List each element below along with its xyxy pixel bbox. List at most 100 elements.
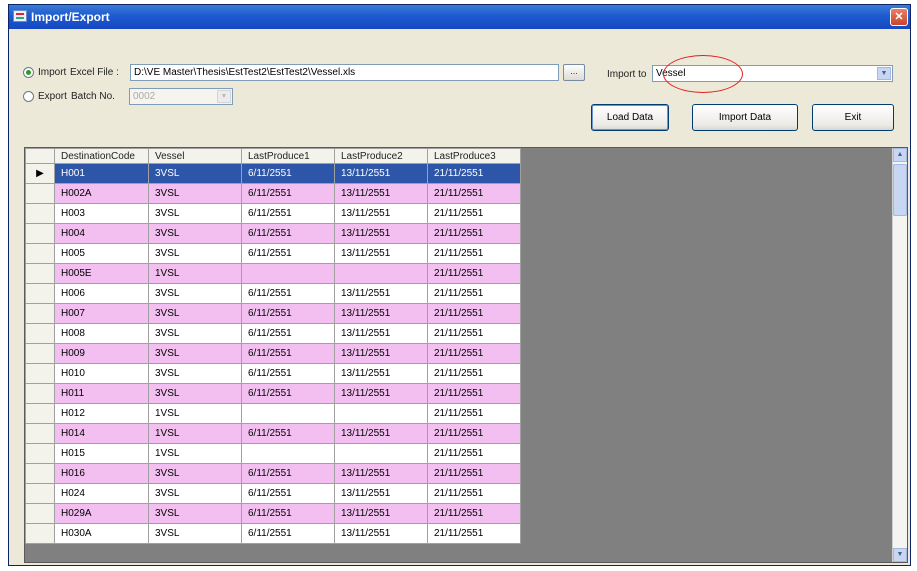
row-header-cell[interactable] <box>25 383 55 404</box>
table-row[interactable]: H012 1VSL 21/11/2551 <box>25 403 521 424</box>
table-cell[interactable] <box>334 443 428 464</box>
table-cell[interactable]: 1VSL <box>148 443 242 464</box>
table-row[interactable]: H024 3VSL 6/11/2551 13/11/2551 21/11/2551 <box>25 483 521 504</box>
table-cell[interactable] <box>334 403 428 424</box>
table-cell[interactable]: H005E <box>54 263 149 284</box>
table-cell[interactable]: H005 <box>54 243 149 264</box>
table-cell[interactable]: 13/11/2551 <box>334 523 428 544</box>
table-cell[interactable]: 21/11/2551 <box>427 303 521 324</box>
row-header-cell[interactable] <box>25 243 55 264</box>
table-cell[interactable]: 13/11/2551 <box>334 203 428 224</box>
table-cell[interactable]: 13/11/2551 <box>334 243 428 264</box>
table-cell[interactable]: 21/11/2551 <box>427 483 521 504</box>
table-cell[interactable]: 21/11/2551 <box>427 183 521 204</box>
table-cell[interactable]: 6/11/2551 <box>241 463 335 484</box>
table-cell[interactable]: 3VSL <box>148 183 242 204</box>
table-row[interactable]: H008 3VSL 6/11/2551 13/11/2551 21/11/2551 <box>25 323 521 344</box>
row-header-cell[interactable] <box>25 443 55 464</box>
table-cell[interactable]: 3VSL <box>148 383 242 404</box>
table-cell[interactable]: 6/11/2551 <box>241 383 335 404</box>
table-cell[interactable]: 6/11/2551 <box>241 323 335 344</box>
table-cell[interactable] <box>241 443 335 464</box>
table-cell[interactable]: 21/11/2551 <box>427 383 521 404</box>
table-cell[interactable]: 3VSL <box>148 363 242 384</box>
table-cell[interactable]: 6/11/2551 <box>241 503 335 524</box>
table-cell[interactable]: 3VSL <box>148 503 242 524</box>
table-cell[interactable]: 21/11/2551 <box>427 163 521 184</box>
table-cell[interactable]: 21/11/2551 <box>427 323 521 344</box>
import-data-button[interactable]: Import Data <box>692 104 798 131</box>
table-cell[interactable]: H030A <box>54 523 149 544</box>
table-cell[interactable]: 3VSL <box>148 463 242 484</box>
table-row[interactable]: H015 1VSL 21/11/2551 <box>25 443 521 464</box>
browse-button[interactable]: ... <box>563 64 585 81</box>
load-data-button[interactable]: Load Data <box>591 104 669 131</box>
table-cell[interactable]: H015 <box>54 443 149 464</box>
table-cell[interactable]: 21/11/2551 <box>427 363 521 384</box>
table-cell[interactable]: 6/11/2551 <box>241 283 335 304</box>
row-header-cell[interactable] <box>25 323 55 344</box>
import-radio-label[interactable]: Import <box>38 67 66 78</box>
table-cell[interactable]: H029A <box>54 503 149 524</box>
table-cell[interactable]: 21/11/2551 <box>427 263 521 284</box>
table-row[interactable]: H029A 3VSL 6/11/2551 13/11/2551 21/11/2551 <box>25 503 521 524</box>
row-header-cell[interactable] <box>25 483 55 504</box>
row-header-cell[interactable] <box>25 223 55 244</box>
table-cell[interactable]: 13/11/2551 <box>334 463 428 484</box>
table-cell[interactable]: H007 <box>54 303 149 324</box>
row-header-cell[interactable] <box>25 263 55 284</box>
table-cell[interactable] <box>241 403 335 424</box>
table-row[interactable]: H009 3VSL 6/11/2551 13/11/2551 21/11/2551 <box>25 343 521 364</box>
table-row[interactable]: ▶ H001 3VSL 6/11/2551 13/11/2551 21/11/2551 <box>25 163 521 184</box>
table-cell[interactable]: 21/11/2551 <box>427 463 521 484</box>
row-header-cell[interactable] <box>25 463 55 484</box>
table-cell[interactable]: 3VSL <box>148 163 242 184</box>
table-cell[interactable] <box>334 263 428 284</box>
table-cell[interactable]: 6/11/2551 <box>241 483 335 504</box>
vertical-scrollbar[interactable]: ▲ ▼ <box>892 148 907 562</box>
table-cell[interactable]: 1VSL <box>148 423 242 444</box>
table-row[interactable]: H005E 1VSL 21/11/2551 <box>25 263 521 284</box>
table-cell[interactable]: H002A <box>54 183 149 204</box>
row-header-cell[interactable] <box>25 343 55 364</box>
table-row[interactable]: H003 3VSL 6/11/2551 13/11/2551 21/11/2551 <box>25 203 521 224</box>
row-header-cell[interactable] <box>25 303 55 324</box>
row-header-cell[interactable] <box>25 183 55 204</box>
table-row[interactable]: H030A 3VSL 6/11/2551 13/11/2551 21/11/2551 <box>25 523 521 544</box>
table-cell[interactable]: 21/11/2551 <box>427 203 521 224</box>
table-row[interactable]: H002A 3VSL 6/11/2551 13/11/2551 21/11/2551 <box>25 183 521 204</box>
table-cell[interactable]: 21/11/2551 <box>427 443 521 464</box>
table-cell[interactable]: H001 <box>54 163 149 184</box>
import-radio[interactable] <box>23 67 34 78</box>
table-row[interactable]: H004 3VSL 6/11/2551 13/11/2551 21/11/2551 <box>25 223 521 244</box>
table-cell[interactable]: 3VSL <box>148 523 242 544</box>
table-cell[interactable]: 13/11/2551 <box>334 423 428 444</box>
row-header-cell[interactable] <box>25 283 55 304</box>
row-header-cell[interactable] <box>25 503 55 524</box>
table-cell[interactable]: H011 <box>54 383 149 404</box>
column-header-destinationcode[interactable]: DestinationCode <box>54 148 149 164</box>
table-cell[interactable]: H006 <box>54 283 149 304</box>
table-cell[interactable]: 6/11/2551 <box>241 523 335 544</box>
table-cell[interactable]: 1VSL <box>148 403 242 424</box>
table-cell[interactable]: 13/11/2551 <box>334 363 428 384</box>
close-icon[interactable]: ✕ <box>890 8 908 26</box>
table-row[interactable]: H016 3VSL 6/11/2551 13/11/2551 21/11/2551 <box>25 463 521 484</box>
import-to-dropdown-arrow-icon[interactable]: ▼ <box>877 67 891 80</box>
table-cell[interactable]: H010 <box>54 363 149 384</box>
row-header-cell[interactable] <box>25 523 55 544</box>
export-radio[interactable] <box>23 91 34 102</box>
table-cell[interactable]: H004 <box>54 223 149 244</box>
column-header-lastproduce2[interactable]: LastProduce2 <box>334 148 428 164</box>
table-cell[interactable]: 6/11/2551 <box>241 363 335 384</box>
scroll-up-icon[interactable]: ▲ <box>893 148 907 162</box>
table-cell[interactable]: 3VSL <box>148 323 242 344</box>
table-cell[interactable]: H008 <box>54 323 149 344</box>
export-radio-label[interactable]: Export <box>38 91 67 102</box>
table-cell[interactable]: 13/11/2551 <box>334 343 428 364</box>
table-cell[interactable]: 3VSL <box>148 243 242 264</box>
table-cell[interactable]: 13/11/2551 <box>334 283 428 304</box>
table-cell[interactable]: 13/11/2551 <box>334 503 428 524</box>
table-row[interactable]: H006 3VSL 6/11/2551 13/11/2551 21/11/2551 <box>25 283 521 304</box>
scroll-thumb[interactable] <box>893 164 907 216</box>
